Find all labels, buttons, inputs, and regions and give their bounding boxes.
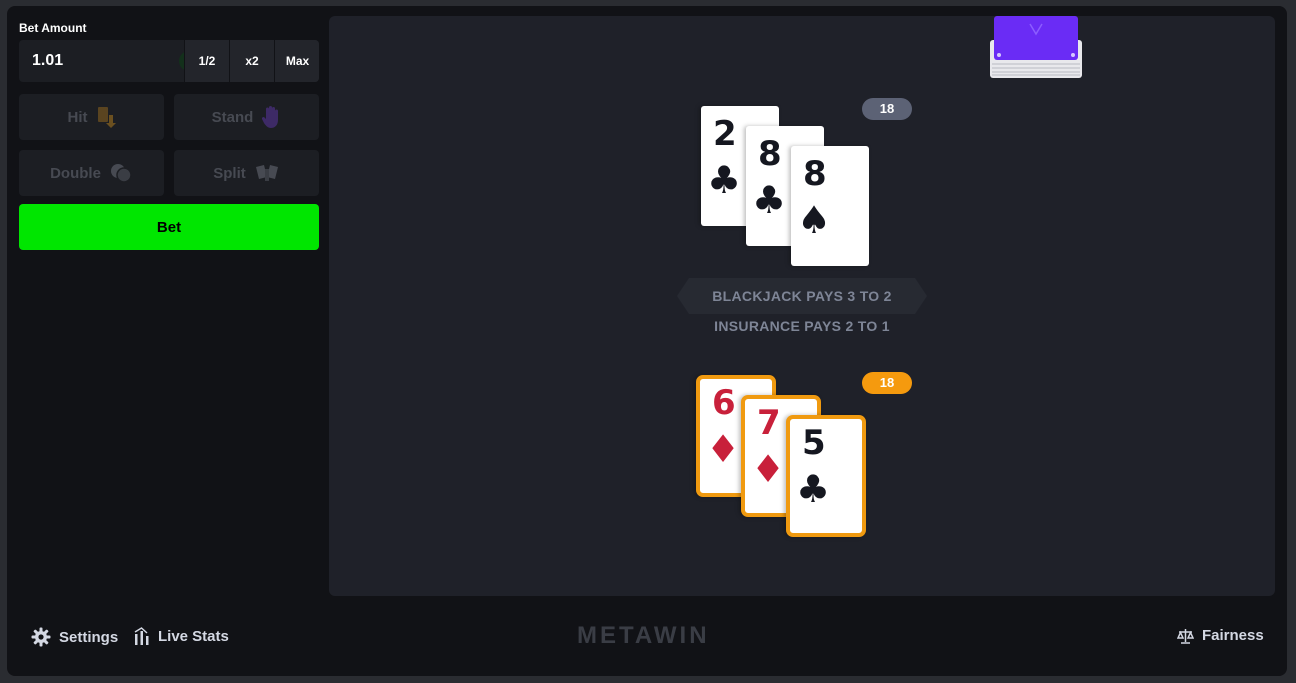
stand-hand-icon	[262, 106, 279, 128]
double-bet-button[interactable]: x2	[229, 40, 274, 82]
clubs-suit-icon: ♣	[796, 467, 831, 511]
fairness-button[interactable]: Fairness	[1177, 627, 1264, 644]
diamonds-suit-icon: ♦	[751, 447, 786, 491]
live-stats-icon	[134, 627, 149, 645]
card-rank: 5	[802, 423, 826, 463]
stand-label: Stand	[211, 108, 254, 126]
card-rank: 7	[757, 403, 781, 443]
fairness-label: Fairness	[1202, 627, 1264, 644]
blackjack-payout-text: BLACKJACK PAYS 3 TO 2	[712, 288, 892, 304]
live-stats-label: Live Stats	[158, 627, 229, 645]
chips-icon	[110, 164, 132, 183]
hit-icon	[97, 107, 116, 128]
diamonds-suit-icon: ♦	[706, 427, 741, 471]
settings-label: Settings	[59, 628, 119, 646]
stand-button[interactable]: Stand	[174, 94, 319, 140]
card-rank: 6	[712, 383, 736, 423]
clubs-suit-icon: ♣	[752, 178, 787, 222]
double-button[interactable]: Double	[19, 150, 164, 196]
settings-button[interactable]: Settings	[31, 627, 118, 647]
split-cards-icon	[255, 165, 278, 181]
bet-amount-field[interactable]: 1.01 $ 1/2 x2 Max	[19, 40, 319, 82]
dealer-card: 8 ♠	[791, 146, 869, 266]
card-deck-icon	[990, 16, 1082, 78]
split-button[interactable]: Split	[174, 150, 319, 196]
hit-button[interactable]: Hit	[19, 94, 164, 140]
card-rank: 8	[803, 154, 827, 194]
card-rank: 8	[758, 134, 782, 174]
card-rank: 2	[713, 114, 737, 154]
bet-amount-input[interactable]: 1.01	[32, 52, 63, 70]
half-bet-button[interactable]: 1/2	[184, 40, 229, 82]
gear-icon	[31, 627, 51, 647]
dealer-score-badge: 18	[862, 98, 912, 120]
bet-button[interactable]: Bet	[19, 204, 319, 250]
hit-label: Hit	[67, 108, 88, 126]
player-score-badge: 18	[862, 372, 912, 394]
double-label: Double	[50, 164, 101, 182]
insurance-payout-text: INSURANCE PAYS 2 TO 1	[714, 318, 890, 334]
split-label: Split	[213, 164, 246, 182]
scales-icon	[1177, 628, 1194, 644]
player-card: 5 ♣	[786, 415, 866, 537]
bet-amount-label: Bet Amount	[19, 21, 87, 35]
spades-suit-icon: ♠	[797, 198, 832, 242]
live-stats-button[interactable]: Live Stats	[134, 627, 229, 645]
metawin-logo: METAWIN	[577, 622, 710, 649]
clubs-suit-icon: ♣	[707, 158, 742, 202]
max-bet-button[interactable]: Max	[274, 40, 319, 82]
blackjack-table: 2 ♣ 8 ♣ 8 ♠ 18 BLACKJACK PAYS 3 TO 2 INS…	[329, 16, 1275, 596]
